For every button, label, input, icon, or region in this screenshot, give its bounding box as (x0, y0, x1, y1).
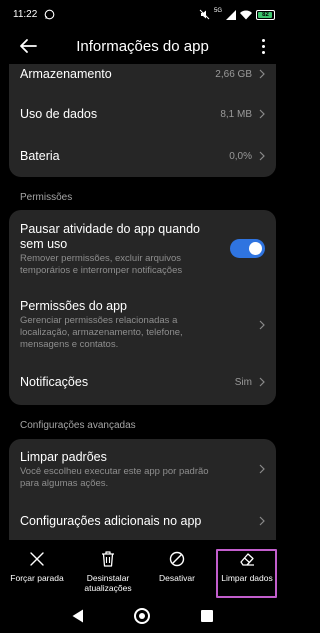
clear-defaults-desc-2: para algumas ações. (20, 478, 109, 489)
notifications-row[interactable]: Notificações Sim (9, 370, 276, 396)
additional-settings-title: Configurações adicionais no app (20, 514, 202, 528)
additional-settings-row[interactable]: Configurações adicionais no app (9, 509, 276, 535)
chevron-right-icon (259, 464, 265, 474)
battery-level: 82 (262, 11, 269, 18)
advanced-card: Limpar padrões Você escolheu executar es… (9, 439, 276, 540)
more-options-icon[interactable] (257, 35, 269, 57)
trash-icon (102, 551, 114, 567)
chevron-right-icon (259, 320, 265, 330)
app-header: Informações do app (0, 30, 285, 64)
signal-icon (226, 9, 236, 20)
usage-card: Armazenamento 2,66 GB Uso de dados 8,1 M… (9, 64, 276, 177)
permissions-section-label: Permissões (20, 192, 73, 203)
status-time: 11:22 (13, 9, 38, 20)
wifi-icon (240, 10, 252, 19)
uninstall-updates-label-1: Desinstalar (86, 573, 130, 583)
disable-button[interactable]: Desativar (145, 550, 209, 583)
storage-title: Armazenamento (20, 67, 112, 81)
data-usage-title: Uso de dados (20, 107, 98, 121)
force-stop-button[interactable]: Forçar parada (5, 550, 69, 583)
force-stop-label: Forçar parada (10, 573, 64, 583)
whatsapp-icon (44, 9, 55, 20)
nav-home-icon[interactable] (134, 608, 150, 624)
storage-value: 2,66 GB (215, 69, 252, 80)
network-type: 5G (213, 8, 222, 14)
clear-data-highlight (216, 549, 277, 598)
clear-defaults-title: Limpar padrões (20, 450, 107, 464)
status-bar: 11:22 5G 82 (0, 0, 285, 30)
data-usage-value: 8,1 MB (220, 109, 252, 120)
app-permissions-title: Permissões do app (20, 299, 128, 313)
disable-label: Desativar (159, 573, 195, 583)
mute-icon (199, 9, 210, 20)
chevron-right-icon (259, 151, 265, 161)
app-permissions-desc-2: localização, armazenamento, telefone, (20, 327, 183, 338)
pause-activity-row[interactable]: Pausar atividade do app quando sem uso R… (9, 210, 276, 280)
pause-activity-toggle[interactable] (230, 239, 265, 258)
pause-activity-desc-1: Remover permissões, excluir arquivos (20, 253, 182, 264)
battery-value: 0,0% (229, 151, 252, 162)
data-usage-row[interactable]: Uso de dados 8,1 MB (9, 102, 276, 128)
battery-title: Bateria (20, 149, 60, 163)
notifications-title: Notificações (20, 375, 89, 389)
block-icon (169, 551, 185, 567)
battery-icon: 82 (256, 9, 275, 20)
battery-row[interactable]: Bateria 0,0% (9, 144, 276, 170)
pause-activity-desc-2: temporários e interromper notificações (20, 265, 183, 276)
clear-defaults-row[interactable]: Limpar padrões Você escolheu executar es… (9, 439, 276, 495)
storage-row[interactable]: Armazenamento 2,66 GB (9, 64, 276, 86)
uninstall-updates-button[interactable]: Desinstalar atualizações (76, 550, 140, 593)
pause-activity-title-2: sem uso (20, 237, 68, 251)
clear-defaults-desc-1: Você escolheu executar este app por padr… (20, 466, 209, 477)
navigation-bar (0, 600, 285, 633)
uninstall-updates-label-2: atualizações (84, 583, 132, 593)
pause-activity-title-1: Pausar atividade do app quando (20, 222, 201, 236)
advanced-section-label: Configurações avançadas (20, 420, 136, 431)
screen: 11:22 5G 82 Informações do app Armazenam… (0, 0, 285, 633)
page-title: Informações do app (76, 38, 209, 55)
chevron-right-icon (259, 516, 265, 526)
permissions-card: Pausar atividade do app quando sem uso R… (9, 210, 276, 405)
status-indicators: 5G 82 (199, 8, 275, 21)
notifications-value: Sim (234, 377, 252, 388)
app-permissions-desc-1: Gerenciar permissões relacionadas a (20, 315, 178, 326)
close-icon (30, 552, 44, 566)
chevron-right-icon (259, 109, 265, 119)
chevron-right-icon (259, 69, 265, 79)
chevron-right-icon (259, 377, 265, 387)
app-permissions-desc-3: mensagens e contatos. (20, 339, 119, 350)
nav-recents-icon[interactable] (201, 610, 213, 622)
nav-back-icon[interactable] (72, 609, 84, 623)
app-permissions-row[interactable]: Permissões do app Gerenciar permissões r… (9, 294, 276, 356)
